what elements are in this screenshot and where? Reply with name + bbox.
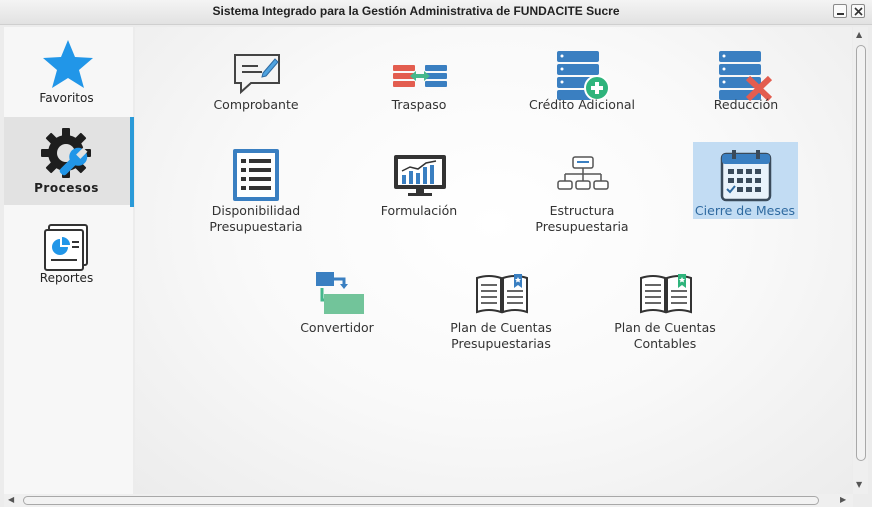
sidebar-item-label: Favoritos [39,91,94,105]
tile-traspaso[interactable]: Traspaso [367,51,471,131]
scroll-up-icon[interactable]: ▲ [856,31,862,39]
tile-plan-cuentas-contables[interactable]: Plan de Cuentas Contables [613,270,717,351]
database-add-icon [555,51,611,101]
comment-edit-icon [229,51,285,95]
tile-label: Reducción [713,97,779,112]
chart-monitor-icon [392,151,448,196]
tile-label: Formulación [380,203,458,218]
vertical-scroll-thumb[interactable] [856,45,866,461]
tile-plan-cuentas-presupuestarias[interactable]: Plan de Cuentas Presupuestarias [449,270,553,351]
close-button[interactable] [851,4,865,18]
calendar-icon [718,150,774,202]
converter-icon [310,270,366,314]
gear-wrench-icon [40,127,96,183]
tile-label: Plan de Cuentas Presupuestarias [450,320,552,351]
transfer-icon [392,51,448,95]
book-blue-icon [474,270,530,314]
checklist-icon [229,149,285,201]
tile-cierre-de-meses[interactable]: Cierre de Meses [693,142,798,219]
sidebar-item-reportes[interactable]: Reportes [4,207,133,295]
tile-disponibilidad-presupuestaria[interactable]: Disponibilidad Presupuestaria [204,149,308,234]
tile-label: Convertidor [300,320,374,335]
tile-label: Comprobante [213,97,299,112]
report-icon [40,217,96,273]
tile-label: Cierre de Meses [694,203,796,218]
tile-label: Disponibilidad Presupuestaria [209,203,303,234]
tile-label: Plan de Cuentas Contables [614,320,716,351]
scroll-down-icon[interactable]: ▼ [856,481,862,489]
tile-credito-adicional[interactable]: Crédito Adicional [529,51,635,131]
sidebar-item-procesos[interactable]: Procesos [4,117,134,207]
main-panel: Comprobante Traspaso Crédito Adicional R… [135,27,852,494]
tile-convertidor[interactable]: Convertidor [285,270,389,350]
horizontal-scroll-thumb[interactable] [23,496,819,505]
sidebar-item-label: Procesos [34,181,99,195]
hierarchy-icon [555,151,611,195]
minimize-button[interactable] [833,4,847,18]
database-remove-icon [719,51,775,102]
sidebar-item-label: Reportes [39,271,94,285]
vertical-scrollbar[interactable]: ▲ ▼ [853,27,868,494]
sidebar-item-favoritos[interactable]: Favoritos [4,27,133,115]
book-green-icon [638,270,694,314]
horizontal-scrollbar[interactable]: ◀ ▶ [4,494,853,507]
scroll-right-icon[interactable]: ▶ [840,496,846,504]
tile-label: Estructura Presupuestaria [535,203,629,234]
tile-estructura-presupuestaria[interactable]: Estructura Presupuestaria [530,151,634,234]
scroll-left-icon[interactable]: ◀ [8,496,14,504]
tile-reduccion[interactable]: Reducción [694,51,798,131]
star-icon [40,37,96,93]
tile-label: Traspaso [391,97,447,112]
tile-comprobante[interactable]: Comprobante [204,51,308,131]
sidebar: Favoritos Procesos Reportes [4,27,134,494]
tile-label: Crédito Adicional [529,97,635,112]
title-bar: Sistema Integrado para la Gestión Admini… [0,0,872,25]
window-title: Sistema Integrado para la Gestión Admini… [212,4,620,18]
tile-formulacion[interactable]: Formulación [367,151,471,231]
